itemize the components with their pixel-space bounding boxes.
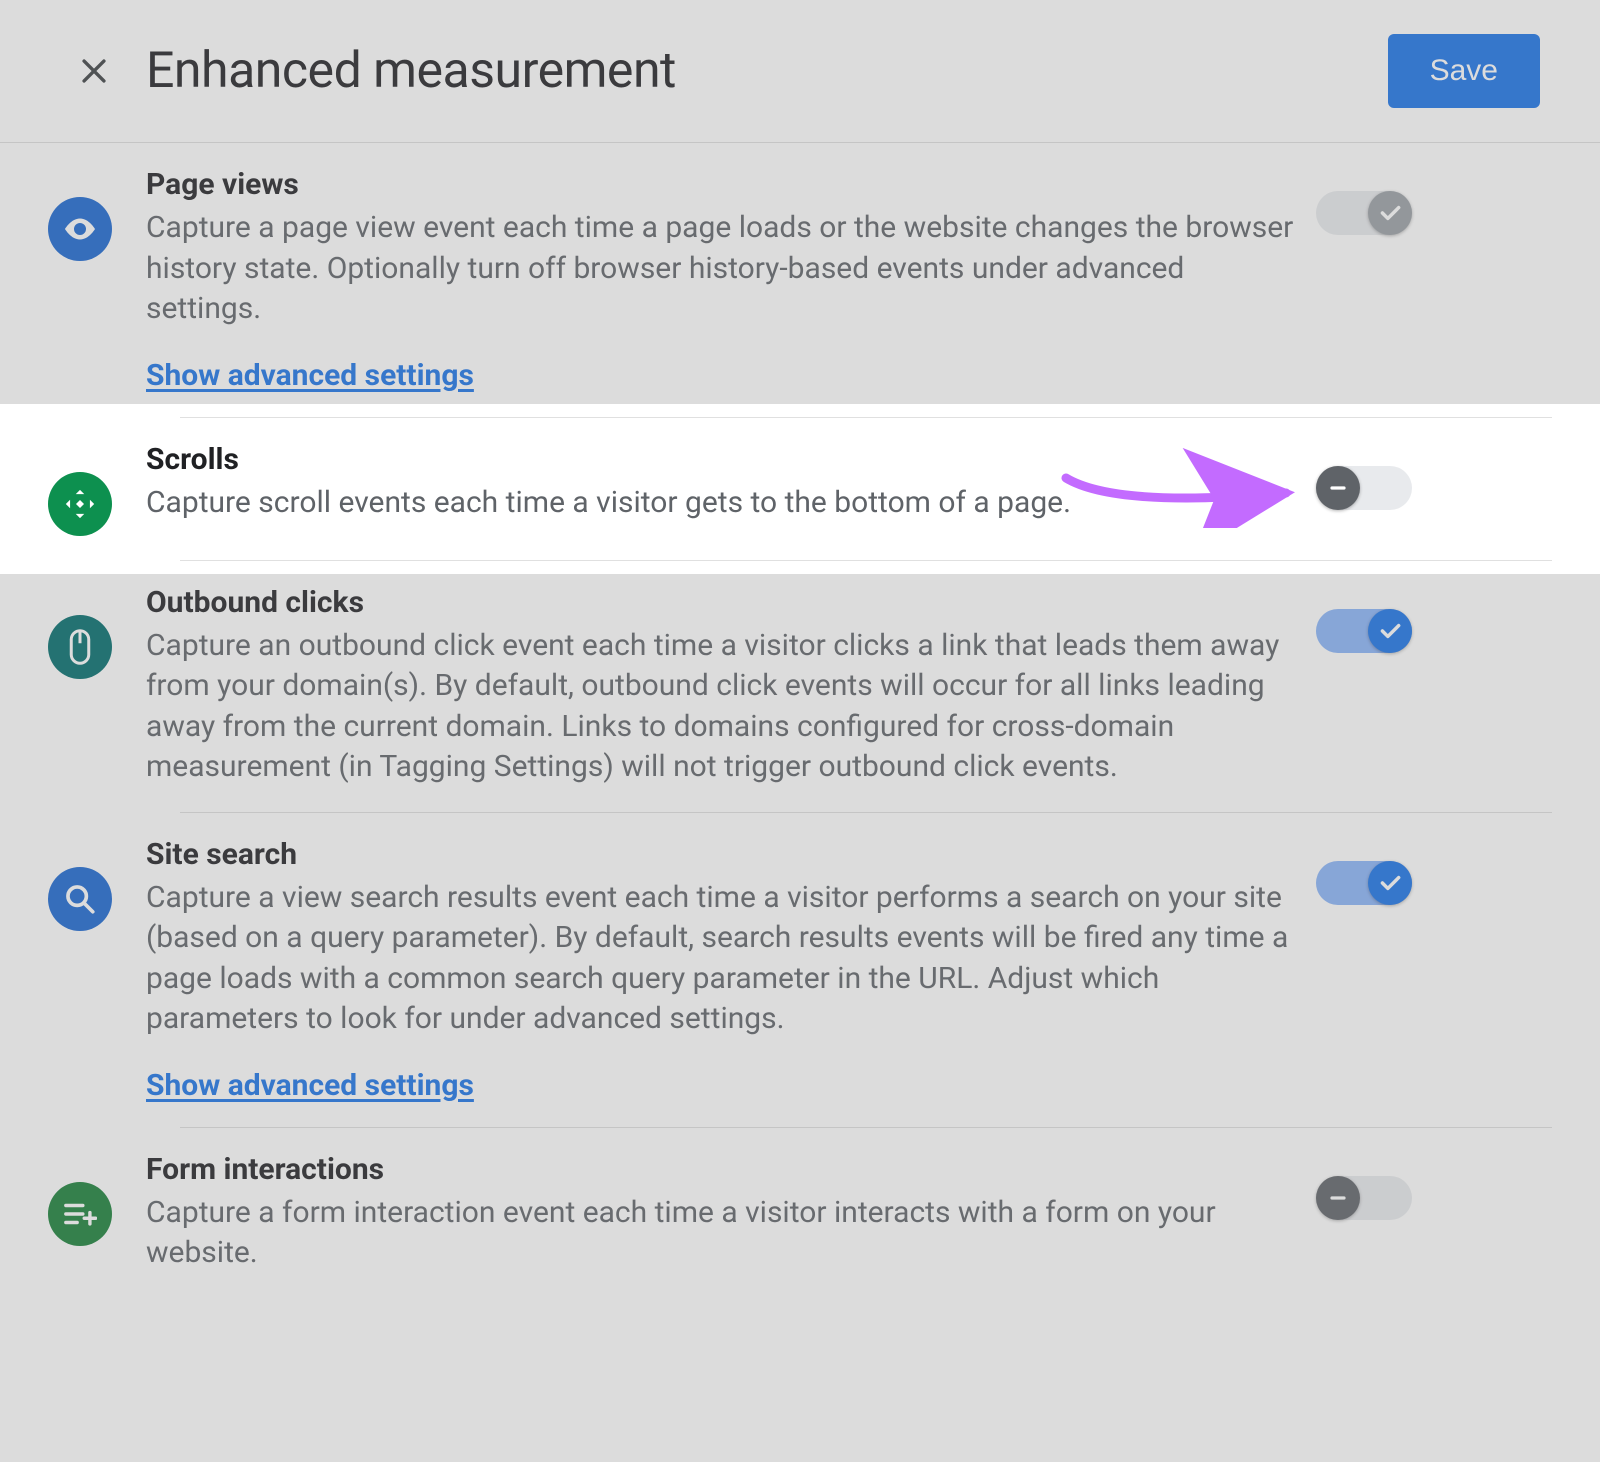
row-scrolls: Scrolls Capture scroll events each time …: [0, 418, 1600, 560]
mouse-icon: [48, 615, 112, 679]
dialog-header: Enhanced measurement Save: [0, 0, 1600, 143]
row-outbound-clicks: Outbound clicks Capture an outbound clic…: [0, 561, 1600, 812]
form-icon: [48, 1182, 112, 1246]
show-advanced-link[interactable]: Show advanced settings: [146, 1068, 474, 1103]
row-content: Form interactions Capture a form interac…: [146, 1152, 1316, 1274]
row-title: Scrolls: [146, 442, 1296, 477]
row-content: Site search Capture a view search result…: [146, 837, 1316, 1103]
search-icon: [48, 867, 112, 931]
row-page-views: Page views Capture a page view event eac…: [0, 143, 1600, 417]
row-description: Capture an outbound click event each tim…: [146, 626, 1296, 788]
toggle-form-interactions[interactable]: [1316, 1176, 1412, 1220]
toggle-scrolls[interactable]: [1316, 466, 1412, 510]
row-description: Capture a page view event each time a pa…: [146, 208, 1296, 330]
toggle-site-search[interactable]: [1316, 861, 1412, 905]
row-form-interactions: Form interactions Capture a form interac…: [0, 1128, 1600, 1298]
minus-icon: [1326, 476, 1350, 500]
row-content: Outbound clicks Capture an outbound clic…: [146, 585, 1316, 788]
toggle-thumb: [1316, 466, 1360, 510]
toggle-thumb: [1368, 191, 1412, 235]
row-content: Scrolls Capture scroll events each time …: [146, 442, 1316, 524]
toggle-outbound-clicks[interactable]: [1316, 609, 1412, 653]
save-button[interactable]: Save: [1388, 34, 1540, 108]
toggle-thumb: [1368, 861, 1412, 905]
row-title: Page views: [146, 167, 1296, 202]
scroll-icon: [48, 472, 112, 536]
toggle-thumb: [1316, 1176, 1360, 1220]
toggle-page-views: [1316, 191, 1412, 235]
row-content: Page views Capture a page view event eac…: [146, 167, 1316, 393]
close-button[interactable]: [70, 47, 118, 95]
dialog-title: Enhanced measurement: [146, 42, 1388, 100]
row-title: Form interactions: [146, 1152, 1296, 1187]
checkmark-icon: [1377, 200, 1403, 226]
row-description: Capture a form interaction event each ti…: [146, 1193, 1296, 1274]
row-title: Site search: [146, 837, 1296, 872]
minus-icon: [1326, 1186, 1350, 1210]
close-icon: [77, 54, 111, 88]
row-site-search: Site search Capture a view search result…: [0, 813, 1600, 1127]
row-description: Capture a view search results event each…: [146, 878, 1296, 1040]
row-description: Capture scroll events each time a visito…: [146, 483, 1296, 524]
measurement-list: Page views Capture a page view event eac…: [0, 143, 1600, 1298]
eye-icon: [48, 197, 112, 261]
row-title: Outbound clicks: [146, 585, 1296, 620]
toggle-thumb: [1368, 609, 1412, 653]
checkmark-icon: [1377, 618, 1403, 644]
checkmark-icon: [1377, 870, 1403, 896]
show-advanced-link[interactable]: Show advanced settings: [146, 358, 474, 393]
